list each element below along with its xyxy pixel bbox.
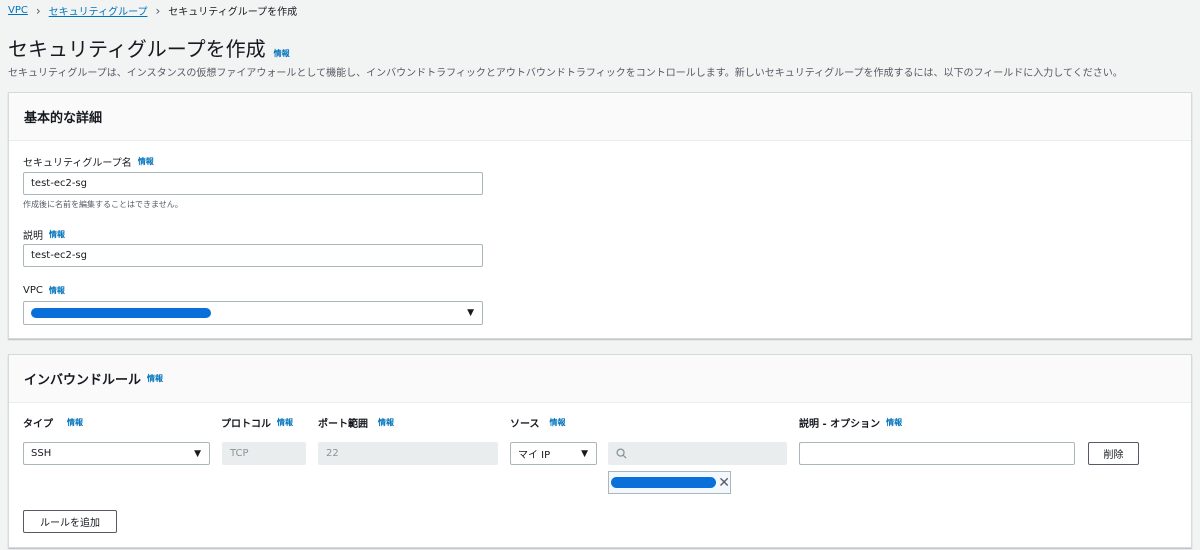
col-type-info-link[interactable]: 情報 [67, 417, 83, 428]
vpc-label-text: VPC [23, 285, 43, 296]
dropdown-arrow-icon: ▼ [581, 448, 588, 459]
sg-name-label-text: セキュリティグループ名 [23, 158, 132, 169]
sg-name-value: test-ec2-sg [31, 178, 87, 189]
inbound-info-link[interactable]: 情報 [147, 373, 163, 384]
col-description-text: 説明 - オプション [799, 419, 881, 430]
basic-details-header: 基本的な詳細 [9, 93, 1191, 141]
inbound-rules-title: インバウンドルール [24, 373, 142, 388]
page-title-text: セキュリティグループを作成 [8, 37, 266, 61]
protocol-field: TCP [222, 442, 306, 465]
vpc-label: VPC 情報 [23, 285, 65, 296]
breadcrumb-vpc-link[interactable]: VPC [8, 5, 28, 16]
col-description: 説明 - オプション 情報 [799, 415, 902, 430]
vpc-select[interactable]: ▼ [23, 301, 483, 325]
delete-rule-button[interactable]: 削除 [1088, 442, 1139, 465]
col-protocol: プロトコル 情報 [221, 415, 293, 430]
col-description-info-link[interactable]: 情報 [886, 417, 902, 428]
chevron-right-icon: › [35, 3, 41, 18]
dropdown-arrow-icon: ▼ [194, 448, 201, 459]
port-range-field: 22 [318, 442, 498, 465]
breadcrumb: VPC › セキュリティグループ › セキュリティグループを作成 [8, 3, 298, 19]
dropdown-arrow-icon: ▼ [467, 308, 474, 318]
redacted-cidr-value [611, 477, 717, 488]
col-protocol-text: プロトコル [221, 419, 271, 430]
redacted-vpc-value [31, 308, 211, 318]
col-protocol-info-link[interactable]: 情報 [277, 417, 293, 428]
col-type: タイプ 情報 [23, 415, 83, 430]
breadcrumb-current: セキュリティグループを作成 [168, 7, 298, 18]
source-search-input[interactable] [608, 442, 787, 465]
page-info-link[interactable]: 情報 [274, 48, 290, 59]
col-source: ソース 情報 [510, 415, 566, 430]
source-value: マイ IP [518, 450, 551, 461]
rule-description-input[interactable] [799, 442, 1075, 465]
protocol-value: TCP [230, 448, 249, 459]
page-description: セキュリティグループは、インスタンスの仮想ファイアウォールとして機能し、インバウ… [8, 68, 1123, 79]
page-title: セキュリティグループを作成 情報 [8, 33, 290, 62]
sg-name-info-link[interactable]: 情報 [138, 156, 154, 167]
chevron-right-icon: › [155, 3, 161, 18]
description-info-link[interactable]: 情報 [49, 229, 65, 240]
search-icon [616, 448, 627, 459]
source-cidr-token: ✕ [608, 471, 731, 494]
col-type-text: タイプ [23, 419, 53, 430]
col-port: ポート範囲 情報 [318, 415, 394, 430]
col-source-text: ソース [510, 419, 540, 430]
type-value: SSH [31, 448, 52, 459]
col-source-info-link[interactable]: 情報 [550, 417, 566, 428]
col-port-text: ポート範囲 [318, 419, 368, 430]
sg-name-input[interactable]: test-ec2-sg [23, 172, 483, 195]
description-label-text: 説明 [23, 231, 43, 242]
port-range-value: 22 [326, 448, 339, 459]
add-rule-button[interactable]: ルールを追加 [23, 510, 117, 533]
sg-name-label: セキュリティグループ名 情報 [23, 154, 154, 169]
col-port-info-link[interactable]: 情報 [378, 417, 394, 428]
description-label: 説明 情報 [23, 227, 65, 242]
close-icon[interactable]: ✕ [718, 475, 730, 491]
vpc-info-link[interactable]: 情報 [49, 285, 65, 296]
sg-name-hint: 作成後に名前を編集することはできません。 [23, 200, 183, 209]
source-select[interactable]: マイ IP ▼ [510, 442, 597, 465]
description-input[interactable]: test-ec2-sg [23, 244, 483, 267]
type-select[interactable]: SSH ▼ [23, 442, 210, 465]
description-value: test-ec2-sg [31, 250, 87, 261]
breadcrumb-security-groups-link[interactable]: セキュリティグループ [49, 3, 148, 18]
inbound-rules-header: インバウンドルール 情報 [9, 355, 1191, 403]
